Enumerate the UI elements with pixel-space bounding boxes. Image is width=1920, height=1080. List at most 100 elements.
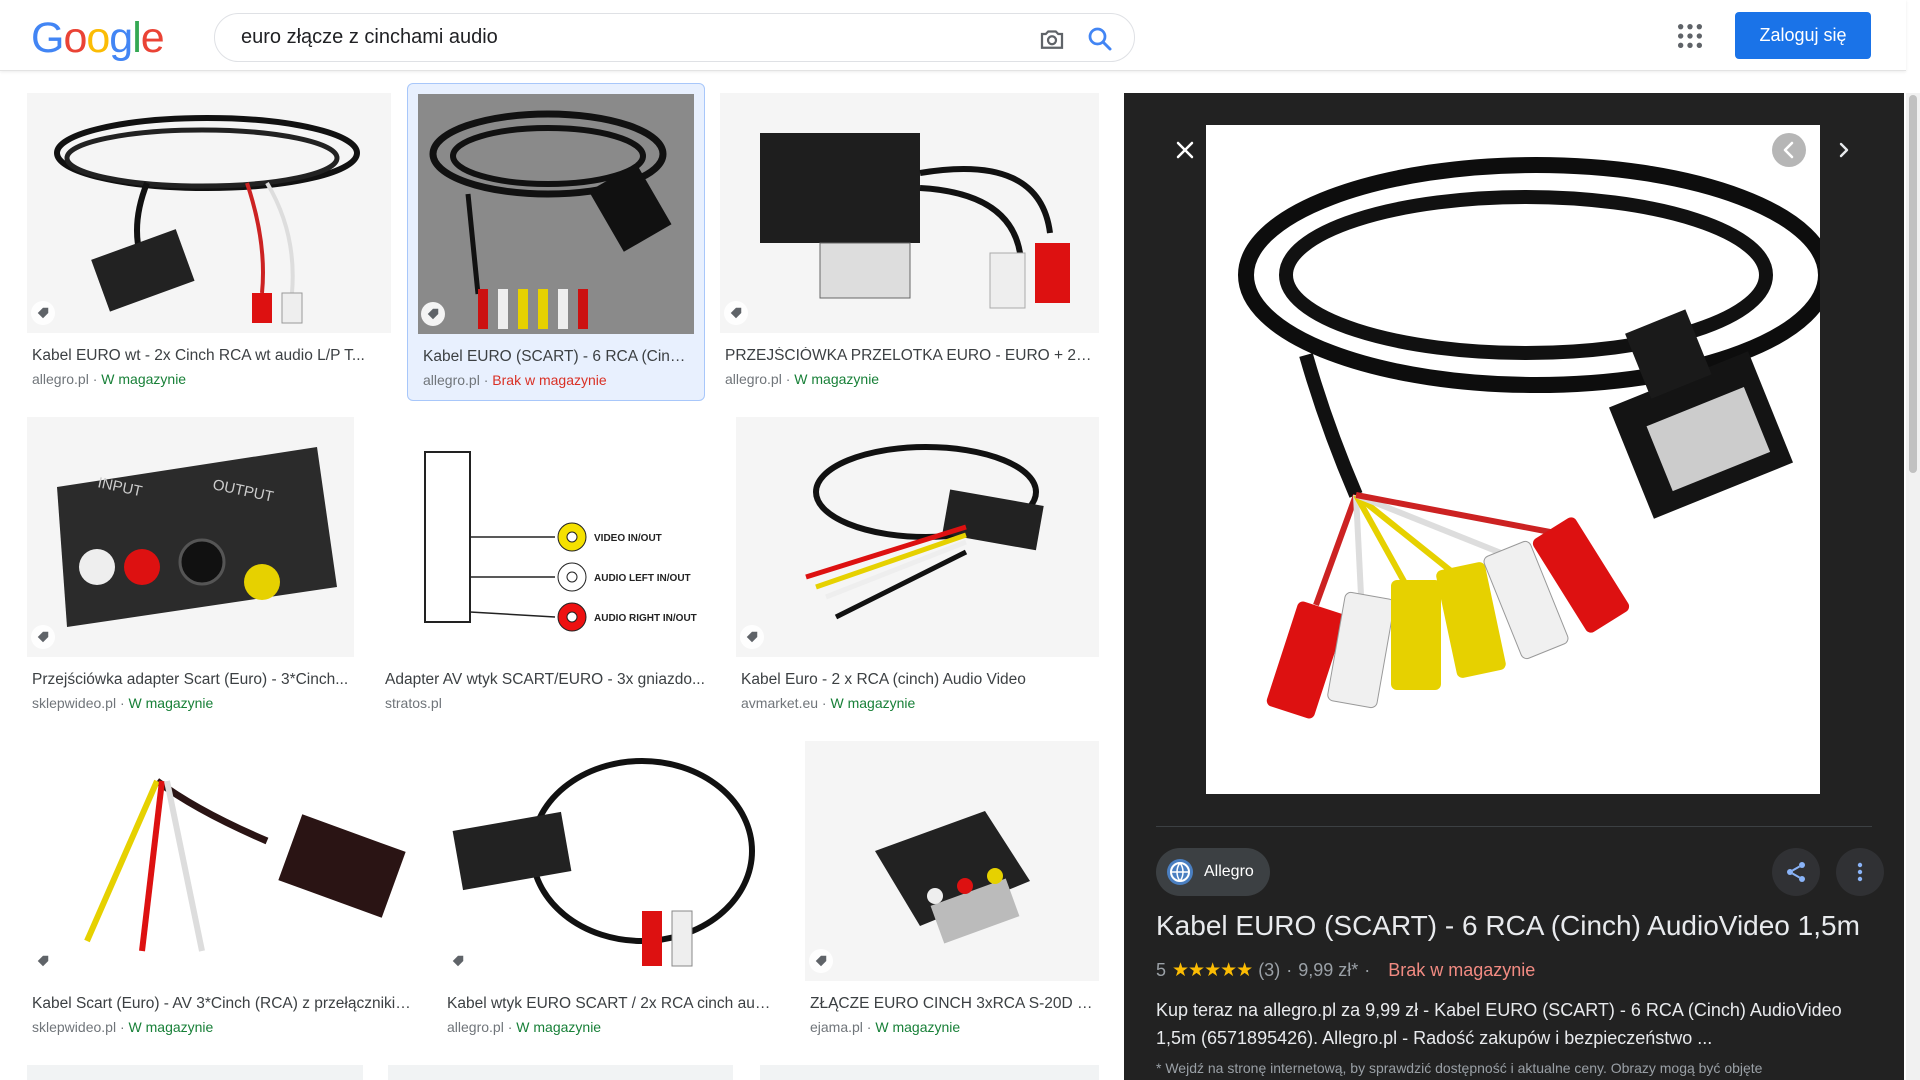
result-stock: W magazynie — [830, 695, 916, 711]
source-site-chip[interactable]: Allegro — [1156, 848, 1270, 896]
scart-wiring-diagram-image: VIDEO IN/OUT AUDIO LEFT IN/OUT AUDIO RIG… — [380, 417, 710, 657]
result-meta: allegro.pl · Brak w magazynie — [423, 372, 607, 388]
result-thumbnail[interactable] — [388, 1065, 733, 1080]
result-thumbnail[interactable] — [805, 741, 1099, 981]
result-title[interactable]: Przejściówka adapter Scart (Euro) - 3*Ci… — [32, 671, 350, 689]
result-tile[interactable]: INPUT OUTPUT Przejściówka adapter Scart … — [27, 417, 354, 717]
scart-6rca-cable-image — [418, 94, 694, 334]
result-tile[interactable]: Kabel Scart (Euro) - AV 3*Cinch (RCA) z … — [27, 741, 417, 1041]
result-tile[interactable]: PRZEJŚCIÓWKA PRZELOTKA EURO - EURO + 2 x… — [720, 93, 1099, 393]
image-preview-panel: Allegro Kabel EURO (SCART) - 6 RCA (Cinc… — [1124, 93, 1904, 1080]
diagram-label: VIDEO IN/OUT — [594, 533, 662, 544]
result-thumbnail[interactable] — [442, 741, 778, 981]
scart-cable-image — [54, 115, 360, 324]
scart-adapter-box-image: INPUT OUTPUT — [57, 447, 337, 627]
result-site: stratos.pl — [385, 695, 442, 711]
result-tile[interactable]: VIDEO IN/OUT AUDIO LEFT IN/OUT AUDIO RIG… — [380, 417, 710, 717]
shopping-tag-icon — [31, 301, 55, 325]
result-meta: ejama.pl · W magazynie — [810, 1019, 961, 1035]
result-title[interactable]: PRZEJŚCIÓWKA PRZELOTKA EURO - EURO + 2 x… — [725, 347, 1095, 365]
result-meta: allegro.pl · W magazynie — [725, 371, 880, 387]
panel-divider — [1156, 826, 1872, 827]
result-title[interactable]: ZŁĄCZE EURO CINCH 3xRCA S-20D IN/OUT — [810, 995, 1095, 1013]
result-site: allegro.pl — [447, 1019, 504, 1035]
shopping-tag-icon — [740, 625, 764, 649]
result-thumbnail[interactable] — [736, 417, 1099, 657]
search-icon[interactable] — [1085, 24, 1115, 54]
result-site: sklepwideo.pl — [32, 695, 117, 711]
logo-letter: G — [31, 14, 64, 62]
result-tile[interactable]: Kabel EURO wt - 2x Cinch RCA wt audio L/… — [27, 93, 391, 393]
result-thumbnail[interactable] — [27, 741, 417, 981]
result-title[interactable]: Kabel EURO (SCART) - 6 RCA (Cinch) Audio… — [423, 348, 691, 366]
result-tile[interactable]: ZŁĄCZE EURO CINCH 3xRCA S-20D IN/OUT eja… — [805, 741, 1099, 1041]
preview-title[interactable]: Kabel EURO (SCART) - 6 RCA (Cinch) Audio… — [1156, 910, 1876, 942]
result-tile-selected[interactable]: Kabel EURO (SCART) - 6 RCA (Cinch) Audio… — [407, 83, 705, 401]
apps-grid-icon[interactable] — [1676, 22, 1704, 50]
scrollbar-thumb[interactable] — [1909, 95, 1917, 473]
result-tile[interactable]: Kabel Euro - 2 x RCA (cinch) Audio Video… — [736, 417, 1099, 717]
result-meta: sklepwideo.pl · W magazynie — [32, 1019, 214, 1035]
sign-in-button[interactable]: Zaloguj się — [1735, 12, 1871, 59]
scrollbar[interactable] — [1906, 93, 1920, 1080]
result-title[interactable]: Adapter AV wtyk SCART/EURO - 3x gniazdo.… — [385, 671, 707, 689]
result-thumbnail[interactable]: VIDEO IN/OUT AUDIO LEFT IN/OUT AUDIO RIG… — [380, 417, 710, 657]
search-input[interactable] — [241, 26, 1021, 49]
share-button[interactable] — [1772, 848, 1820, 896]
globe-icon — [1167, 859, 1193, 885]
result-thumbnail[interactable] — [27, 1065, 363, 1080]
shopping-tag-icon — [724, 301, 748, 325]
result-site: allegro.pl — [725, 371, 782, 387]
shopping-tag-icon — [31, 625, 55, 649]
result-title[interactable]: Kabel Scart (Euro) - AV 3*Cinch (RCA) z … — [32, 995, 415, 1013]
scart-adapter-image — [760, 133, 1070, 309]
result-stock: Brak w magazynie — [492, 372, 607, 388]
camera-icon[interactable] — [1037, 24, 1067, 54]
separator: · — [1364, 960, 1371, 980]
search-box — [214, 13, 1135, 62]
logo-letter: o — [86, 14, 110, 62]
stock-status: Brak w magazynie — [1388, 960, 1536, 980]
next-image-button[interactable] — [1832, 137, 1856, 163]
more-options-button[interactable] — [1836, 848, 1884, 896]
logo-letter: e — [140, 14, 165, 62]
preview-image[interactable] — [1206, 125, 1834, 794]
result-site: sklepwideo.pl — [32, 1019, 117, 1035]
logo-letter: l — [132, 14, 142, 62]
result-thumbnail[interactable] — [418, 94, 694, 334]
result-title[interactable]: Kabel wtyk EURO SCART / 2x RCA cinch aud… — [447, 995, 775, 1013]
separator: · — [1286, 960, 1293, 980]
result-title[interactable]: Kabel EURO wt - 2x Cinch RCA wt audio L/… — [32, 347, 387, 365]
shopping-tag-icon — [421, 302, 445, 326]
logo-letter: g — [109, 14, 133, 62]
close-icon[interactable] — [1174, 139, 1196, 161]
result-tile[interactable]: Kabel wtyk EURO SCART / 2x RCA cinch aud… — [442, 741, 778, 1041]
euro-cinch-adapter-image — [875, 811, 1030, 944]
preview-rating-row: 5 ★★★★★ (3) · 9,99 zł* · Brak w magazyni… — [1156, 959, 1535, 982]
preview-description: Kup teraz na allegro.pl za 9,99 zł - Kab… — [1156, 1000, 1842, 1048]
source-name: Allegro — [1204, 863, 1254, 880]
shopping-tag-icon — [31, 949, 55, 973]
google-logo[interactable]: Google — [31, 14, 165, 63]
shopping-tag-icon — [809, 949, 833, 973]
result-thumbnail[interactable]: INPUT OUTPUT — [27, 417, 354, 657]
diagram-label: AUDIO RIGHT IN/OUT — [594, 613, 697, 624]
result-thumbnail[interactable] — [760, 1065, 1099, 1080]
result-meta: sklepwideo.pl · W magazynie — [32, 695, 214, 711]
result-meta: avmarket.eu · W magazynie — [741, 695, 916, 711]
price: 9,99 zł* — [1298, 960, 1359, 980]
result-stock: W magazynie — [516, 1019, 602, 1035]
result-site: avmarket.eu — [741, 695, 819, 711]
result-thumbnail[interactable] — [720, 93, 1099, 333]
result-site: allegro.pl — [423, 372, 480, 388]
result-site: ejama.pl — [810, 1019, 863, 1035]
result-title[interactable]: Kabel Euro - 2 x RCA (cinch) Audio Video — [741, 671, 1096, 689]
result-meta: allegro.pl · W magazynie — [32, 371, 187, 387]
scart-2rca-cable-image — [442, 741, 778, 981]
previous-image-button[interactable] — [1772, 133, 1806, 167]
result-stock: W magazynie — [794, 371, 880, 387]
result-thumbnail[interactable] — [27, 93, 391, 333]
rating-count: (3) — [1258, 960, 1281, 980]
euro-rca-cable-image — [805, 444, 1044, 620]
shopping-tag-icon — [446, 949, 470, 973]
